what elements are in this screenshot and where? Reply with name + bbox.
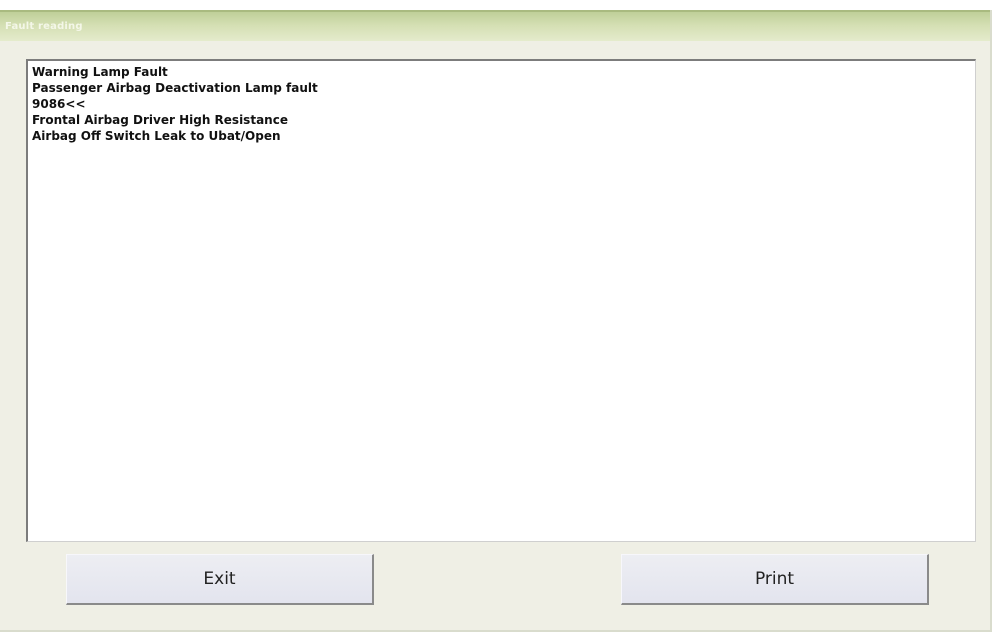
fault-item[interactable]: Warning Lamp Fault	[32, 64, 971, 80]
fault-item[interactable]: Passenger Airbag Deactivation Lamp fault	[32, 80, 971, 96]
fault-reading-window: Fault reading Warning Lamp Fault Passeng…	[0, 10, 992, 632]
exit-button[interactable]: Exit	[66, 554, 374, 605]
fault-item[interactable]: Airbag Off Switch Leak to Ubat/Open	[32, 128, 971, 144]
fault-item[interactable]: Frontal Airbag Driver High Resistance	[32, 112, 971, 128]
fault-item[interactable]: 9086<<	[32, 96, 971, 112]
title-bar: Fault reading	[0, 10, 990, 41]
print-button[interactable]: Print	[621, 554, 929, 605]
fault-list[interactable]: Warning Lamp Fault Passenger Airbag Deac…	[26, 59, 976, 542]
window-title: Fault reading	[5, 21, 83, 32]
